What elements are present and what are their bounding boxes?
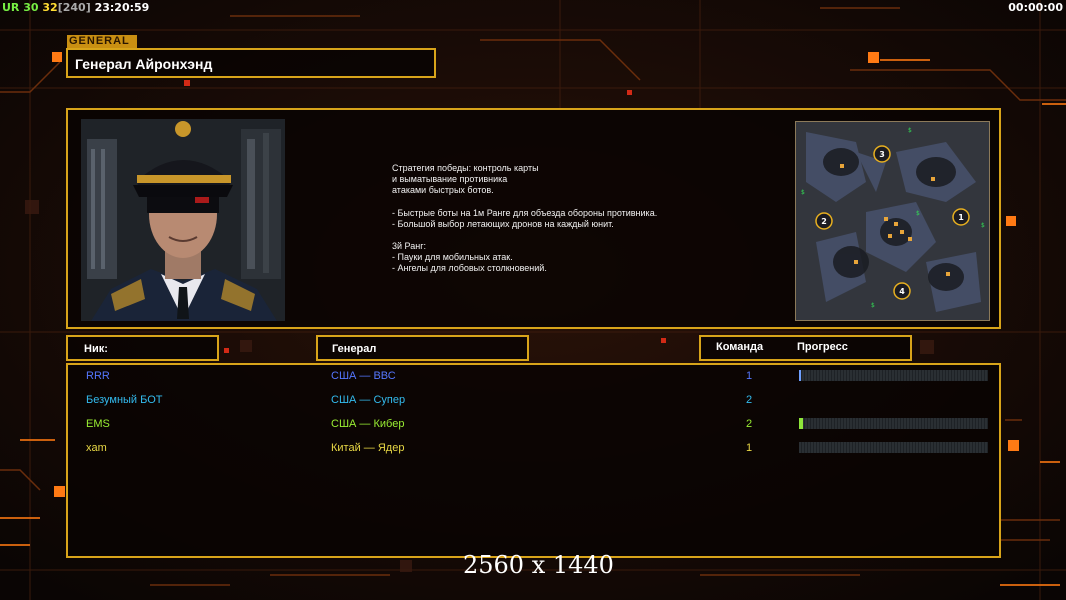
player-progress-bar xyxy=(799,442,988,453)
svg-text:$: $ xyxy=(916,210,920,217)
spawn-label-1: 1 xyxy=(958,213,964,222)
player-team: 1 xyxy=(745,370,753,382)
strategy-line: 3й Ранг: xyxy=(392,241,426,252)
svg-text:$: $ xyxy=(908,127,912,134)
fps-value-3: [240] xyxy=(57,1,91,14)
general-name: Генерал Айронхэнд xyxy=(75,56,213,72)
strategy-line xyxy=(392,230,722,241)
player-team: 2 xyxy=(745,418,753,430)
strategy-line xyxy=(392,197,722,208)
column-header-progress: Прогресс xyxy=(797,341,848,353)
player-team: 1 xyxy=(745,442,753,454)
player-progress-fill xyxy=(799,370,801,381)
svg-text:$: $ xyxy=(801,189,805,196)
column-header-general: Генерал xyxy=(332,343,377,355)
player-row[interactable]: EMS США — Кибер 2 xyxy=(68,415,999,435)
player-row[interactable]: RRR США — ВВС 1 xyxy=(68,367,999,387)
player-general: США — Кибер xyxy=(331,418,405,430)
player-general: США — Супер xyxy=(331,394,406,406)
player-nick: RRR xyxy=(86,370,110,382)
strategy-line: - Быстрые боты на 1м Ранге для объезда о… xyxy=(392,207,658,218)
player-row[interactable]: xam Китай — Ядер 1 xyxy=(68,439,999,459)
player-general: США — ВВС xyxy=(331,370,396,382)
strategy-line: - Ангелы для лобовых столкновений. xyxy=(392,263,547,274)
player-row[interactable]: Безумный БОТ США — Супер 2 xyxy=(68,391,999,411)
system-clock: 23:20:59 xyxy=(94,1,150,14)
column-header-general-box: Генерал xyxy=(316,335,529,361)
general-tag: GENERAL xyxy=(67,35,137,48)
player-nick: Безумный БОТ xyxy=(86,394,163,406)
game-timer: 00:00:00 xyxy=(1008,1,1063,14)
svg-text:$: $ xyxy=(871,302,875,309)
player-progress-bar xyxy=(799,370,988,381)
strategy-line: атаками быстрых ботов. xyxy=(392,185,494,196)
resolution-label: 2560 x 1440 xyxy=(463,551,614,579)
fps-value-2: 32 xyxy=(42,1,58,14)
strategy-line: - Пауки для мобильных атак. xyxy=(392,252,513,263)
player-general: Китай — Ядер xyxy=(331,442,405,454)
general-title-box: Генерал Айронхэнд xyxy=(66,48,436,78)
spawn-label-2: 2 xyxy=(821,217,827,226)
ur-label: UR xyxy=(2,1,20,14)
player-team: 2 xyxy=(745,394,753,406)
strategy-line: и выматывание противника xyxy=(392,174,508,185)
spawn-label-4: 4 xyxy=(899,287,905,296)
strategy-description: Стратегия победы: контроль карты и вымат… xyxy=(392,163,722,275)
player-progress-bar xyxy=(799,418,988,429)
spawn-label-3: 3 xyxy=(879,150,885,159)
column-header-team-progress-box: Команда Прогресс xyxy=(699,335,912,361)
strategy-line: Стратегия победы: контроль карты xyxy=(392,163,539,173)
strategy-line: - Большой выбор летающих дронов на кажды… xyxy=(392,218,614,229)
player-nick: xam xyxy=(86,442,107,454)
players-panel: RRR США — ВВС 1 Безумный БОТ США — Супер 2 EMS… xyxy=(66,363,1001,558)
player-nick: EMS xyxy=(86,418,110,430)
fps-value-1: 30 xyxy=(23,1,39,14)
player-progress-fill xyxy=(799,418,803,429)
column-header-nick: Ник: xyxy=(84,343,108,355)
general-info-panel: Стратегия победы: контроль карты и вымат… xyxy=(66,108,1001,329)
svg-text:$: $ xyxy=(981,222,985,229)
general-portrait xyxy=(81,119,285,321)
fps-counter: UR 30 32[240] 23:20:59 xyxy=(2,1,149,14)
column-header-nick-box: Ник: xyxy=(66,335,219,361)
column-header-team: Команда xyxy=(716,341,764,353)
map-preview[interactable]: $ $ $ $ $ 1 2 3 4 xyxy=(795,121,990,321)
